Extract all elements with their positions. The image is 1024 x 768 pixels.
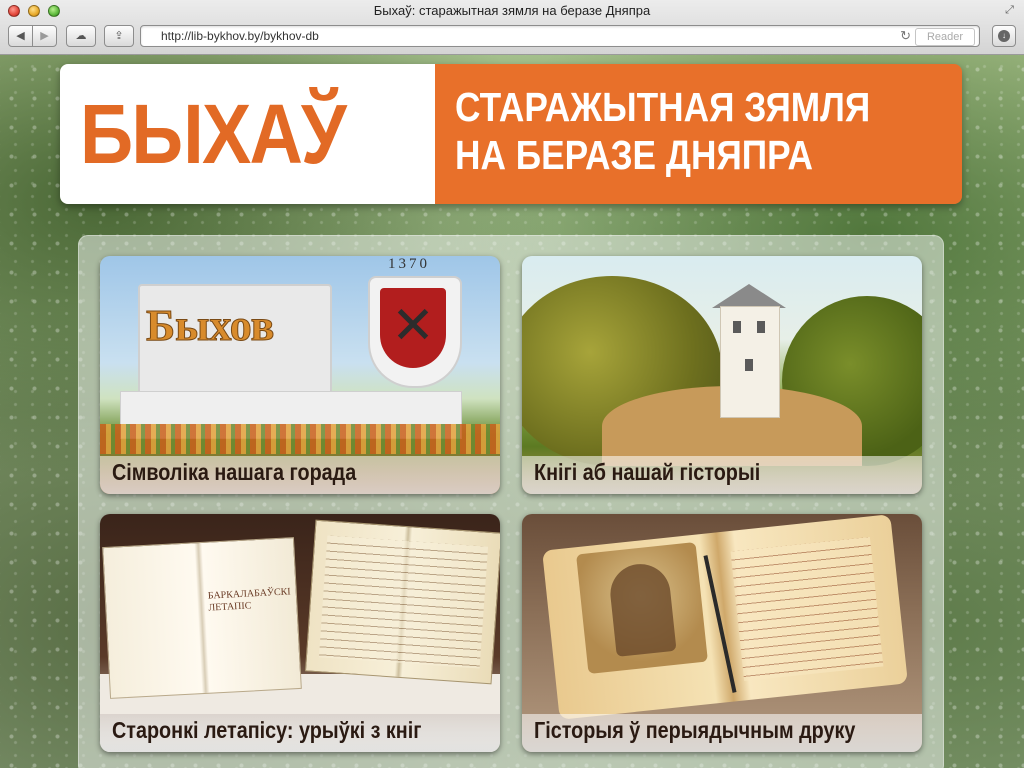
url-text[interactable]: http://lib-bykhov.by/bykhov-db (161, 29, 319, 43)
browser-chrome: Быхаў: старажытная зямля на беразе Дняпр… (0, 0, 1024, 55)
tile-caption[interactable]: Гісторыя ў перыядычным друку (522, 714, 922, 752)
tile-caption-text[interactable]: Старонкі летапісу: урыўкі з кніг (112, 717, 421, 744)
back-icon: ◀ (16, 30, 25, 42)
sign-year: 1370 (388, 256, 430, 272)
crossed-cannons-icon: ✕ (391, 297, 435, 355)
reload-icon[interactable]: ↻ (900, 28, 911, 44)
forward-button[interactable]: ▶ (32, 25, 57, 47)
tower-window (733, 321, 741, 333)
share-button[interactable]: ⇪ (104, 25, 134, 47)
tile-caption-text[interactable]: Сімволіка нашага горада (112, 459, 356, 486)
open-book-left: БАРКАЛАБАЎСКІ ЛЕТАПІС (102, 537, 302, 699)
address-bar[interactable]: http://lib-bykhov.by/bykhov-db ↻ Reader (140, 25, 980, 47)
cloud-icon: ☁ (75, 30, 87, 42)
sign-city-name: Быхов (145, 301, 275, 351)
reader-button[interactable]: Reader (915, 28, 975, 46)
content-panel: 1370 Быхов ✕ Сімволіка нашага горада Кні… (78, 235, 944, 768)
tower-window (757, 321, 765, 333)
tile-caption[interactable]: Сімволіка нашага горада (100, 456, 500, 494)
banner-brand-area: БЫХАЎ (60, 64, 435, 204)
header-banner: БЫХАЎ СТАРАЖЫТНАЯ ЗЯМЛЯ НА БЕРАЗЕ ДНЯПРА (60, 64, 962, 204)
back-button[interactable]: ◀ (8, 25, 33, 47)
tile-chronicle-pages[interactable]: БАРКАЛАБАЎСКІ ЛЕТАПІС Старонкі летапісу:… (100, 514, 500, 752)
book-text-lines (730, 537, 884, 681)
download-icon: ↓ (998, 30, 1010, 42)
tile-caption-text[interactable]: Кнігі аб нашай гісторыі (534, 459, 760, 486)
site-logo-text: БЫХАЎ (80, 87, 347, 181)
web-page: БЫХАЎ СТАРАЖЫТНАЯ ЗЯМЛЯ НА БЕРАЗЕ ДНЯПРА… (0, 55, 1024, 768)
toolbar: ◀ ▶ ☁ ⇪ http://lib-bykhov.by/bykhov-db ↻… (0, 23, 1024, 53)
tile-caption[interactable]: Старонкі летапісу: урыўкі з кніг (100, 714, 500, 752)
tile-caption[interactable]: Кнігі аб нашай гісторыі (522, 456, 922, 494)
share-icon: ⇪ (114, 30, 124, 42)
tile-caption-text[interactable]: Гісторыя ў перыядычным друку (534, 717, 855, 744)
icloud-tabs-button[interactable]: ☁ (66, 25, 96, 47)
fullscreen-icon[interactable]: ⤢ (1003, 4, 1016, 17)
downloads-button[interactable]: ↓ (992, 25, 1016, 47)
window-title: Быхаў: старажытная зямля на беразе Дняпр… (373, 3, 651, 18)
open-manuscript-right (304, 519, 500, 685)
tower-roof (712, 284, 786, 308)
tile-periodical-press[interactable]: Гісторыя ў перыядычным друку (522, 514, 922, 752)
tower (720, 306, 780, 418)
flowerbed (100, 424, 500, 454)
tile-city-symbols[interactable]: 1370 Быхов ✕ Сімволіка нашага горада (100, 256, 500, 494)
tower-window (745, 359, 753, 371)
subtitle-line-2: НА БЕРАЗЕ ДНЯПРА (455, 132, 814, 178)
banner-subtitle-area: СТАРАЖЫТНАЯ ЗЯМЛЯ НА БЕРАЗЕ ДНЯПРА (435, 64, 962, 204)
subtitle-line-1: СТАРАЖЫТНАЯ ЗЯМЛЯ (455, 84, 871, 130)
tile-history-books[interactable]: Кнігі аб нашай гісторыі (522, 256, 922, 494)
forward-icon: ▶ (40, 30, 49, 42)
title-bar: Быхаў: старажытная зямля на беразе Дняпр… (0, 0, 1024, 22)
manuscript-lines (318, 535, 489, 669)
book-title-text: БАРКАЛАБАЎСКІ ЛЕТАПІС (207, 586, 291, 614)
